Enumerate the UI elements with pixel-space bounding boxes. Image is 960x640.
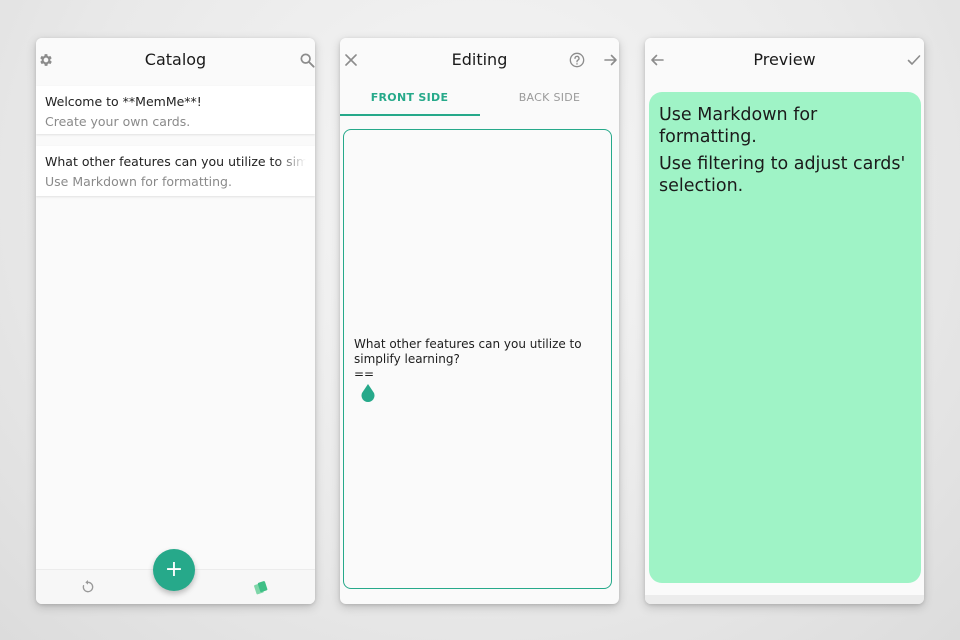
editing-app-bar: Editing bbox=[340, 38, 619, 82]
page-title: Catalog bbox=[144, 50, 207, 69]
preview-app-bar: Preview bbox=[645, 38, 924, 82]
catalog-screen: Catalog Welcome to **MemMe**! Create you… bbox=[36, 38, 315, 604]
tab-back-side[interactable]: BACK SIDE bbox=[480, 82, 619, 116]
search-icon[interactable] bbox=[299, 52, 315, 68]
card-front-text: Welcome to **MemMe**! bbox=[45, 94, 202, 109]
sync-icon[interactable] bbox=[80, 579, 96, 595]
cards-icon[interactable] bbox=[252, 578, 270, 596]
preview-card: Use Markdown for formatting. Use filteri… bbox=[649, 92, 921, 583]
editor-line: What other features can you utilize to s… bbox=[354, 337, 582, 366]
tab-front-side[interactable]: FRONT SIDE bbox=[340, 82, 479, 116]
list-item[interactable]: What other features can you utilize to s… bbox=[36, 146, 315, 196]
tab-indicator bbox=[340, 114, 480, 116]
text-cursor-handle-icon[interactable] bbox=[360, 383, 376, 407]
editor-line: == bbox=[354, 367, 375, 381]
arrow-right-icon[interactable] bbox=[604, 53, 618, 67]
card-back-text: Use Markdown for formatting. bbox=[45, 174, 232, 189]
preview-line: Use filtering to adjust cards' selection… bbox=[659, 154, 906, 196]
add-card-button[interactable]: + bbox=[153, 549, 195, 591]
page-title: Preview bbox=[753, 50, 816, 69]
card-back-text: Create your own cards. bbox=[45, 114, 191, 129]
preview-screen: Preview Use Markdown for formatting. Use… bbox=[645, 38, 924, 604]
list-item[interactable]: Welcome to **MemMe**! Create your own ca… bbox=[36, 86, 315, 134]
help-icon[interactable] bbox=[569, 52, 585, 68]
editing-screen: Editing FRONT SIDE BACK SIDE What other … bbox=[340, 38, 619, 604]
preview-line: Use Markdown for formatting. bbox=[659, 105, 818, 147]
bottom-strip bbox=[645, 595, 924, 604]
card-text-editor[interactable]: What other features can you utilize to s… bbox=[343, 129, 612, 589]
card-front-text: What other features can you utilize to s… bbox=[45, 154, 306, 169]
catalog-app-bar: Catalog bbox=[36, 38, 315, 82]
check-icon[interactable] bbox=[907, 53, 921, 67]
